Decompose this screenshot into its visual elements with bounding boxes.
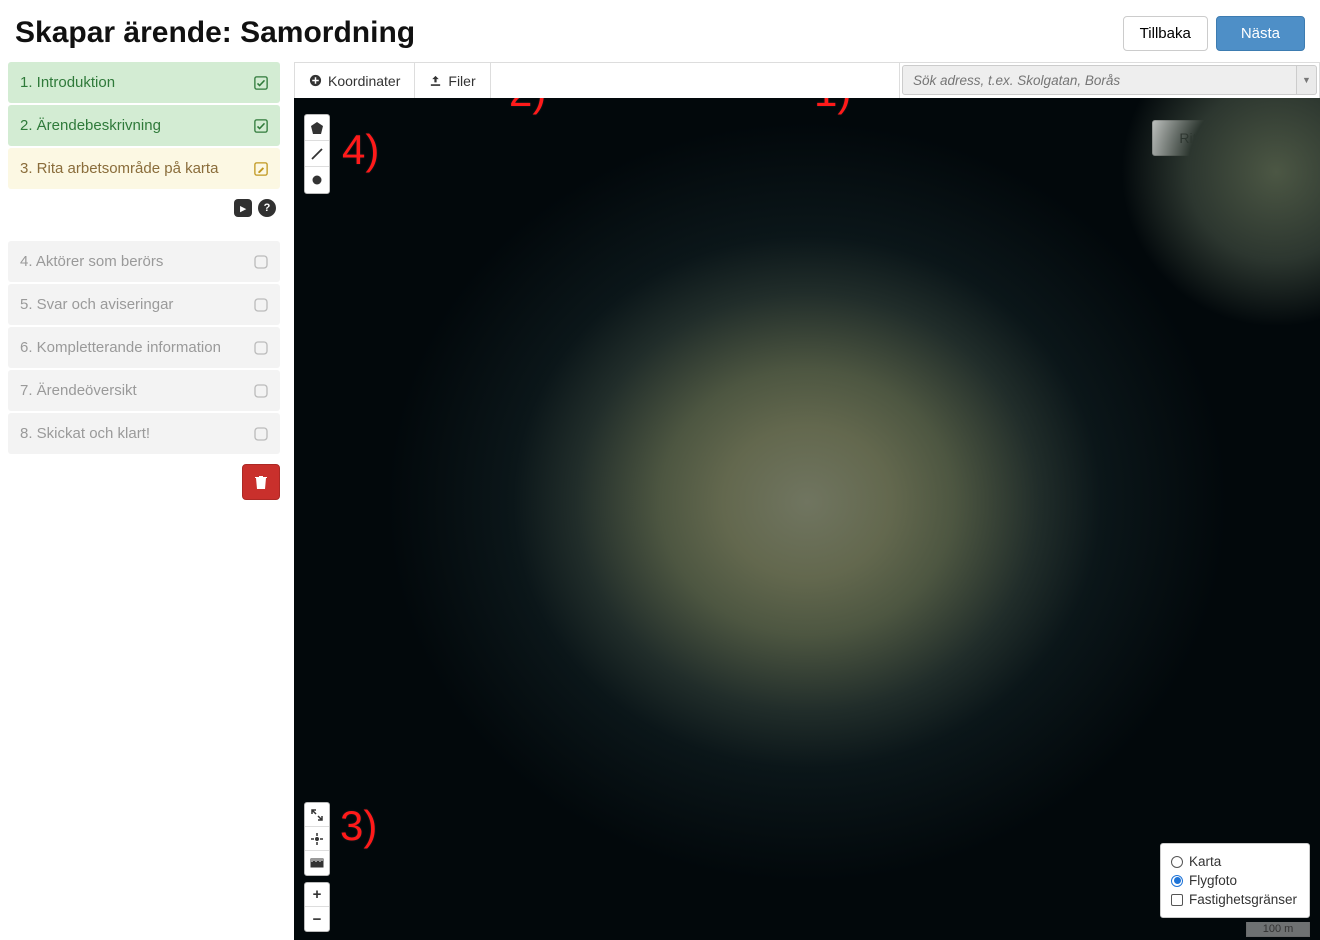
- annotation-3: 3): [340, 802, 377, 850]
- step-label: 8. Skickat och klart!: [20, 425, 150, 442]
- unchecked-icon: [254, 384, 268, 398]
- zoom-out-button[interactable]: −: [305, 907, 329, 931]
- step-4-aktorer[interactable]: 4. Aktörer som berörs: [8, 241, 280, 282]
- check-icon: [254, 76, 268, 90]
- layer-label: Karta: [1189, 854, 1221, 869]
- minus-icon: −: [313, 911, 322, 928]
- map-toolbar: Koordinater Filer ▼: [294, 62, 1320, 98]
- radio-checked-icon: [1171, 875, 1183, 887]
- step-5-svar[interactable]: 5. Svar och aviseringar: [8, 284, 280, 325]
- fullscreen-button[interactable]: [305, 803, 329, 827]
- circle-icon: [310, 173, 324, 187]
- draw-tools: [304, 114, 330, 194]
- steps-sidebar: 1. Introduktion 2. Ärendebeskrivning 3. …: [0, 62, 280, 940]
- radio-icon: [1171, 856, 1183, 868]
- step-2-arendebeskrivning[interactable]: 2. Ärendebeskrivning: [8, 105, 280, 146]
- polygon-icon: [310, 121, 324, 135]
- layer-flygfoto[interactable]: Flygfoto: [1171, 871, 1299, 890]
- draw-line-button[interactable]: [305, 141, 329, 167]
- checkbox-icon: [1171, 894, 1183, 906]
- koordinater-button[interactable]: Koordinater: [295, 63, 415, 98]
- step-8-skickat[interactable]: 8. Skickat och klart!: [8, 413, 280, 454]
- expand-icon: [311, 809, 323, 821]
- step-6-kompletterande[interactable]: 6. Kompletterande information: [8, 327, 280, 368]
- layer-label: Flygfoto: [1189, 873, 1237, 888]
- draw-point-button[interactable]: [305, 167, 329, 193]
- draw-polygon-button[interactable]: [305, 115, 329, 141]
- zoom-in-button[interactable]: +: [305, 883, 329, 907]
- header-buttons: Tillbaka Nästa: [1123, 16, 1305, 51]
- unchecked-icon: [254, 298, 268, 312]
- map-view-tools: [304, 802, 330, 876]
- delete-button[interactable]: [242, 464, 280, 500]
- step-label: 2. Ärendebeskrivning: [20, 117, 161, 134]
- unchecked-icon: [254, 427, 268, 441]
- edit-icon: [254, 162, 268, 176]
- layer-karta[interactable]: Karta: [1171, 852, 1299, 871]
- ruler-icon: [310, 858, 324, 868]
- step-1-introduktion[interactable]: 1. Introduktion: [8, 62, 280, 103]
- zoom-tools: + −: [304, 882, 330, 932]
- page-title: Skapar ärende: Samordning: [15, 16, 415, 50]
- layer-fastighetsgranser[interactable]: Fastighetsgränser: [1171, 890, 1299, 909]
- next-button[interactable]: Nästa: [1216, 16, 1305, 51]
- address-search: ▼: [899, 63, 1319, 98]
- locate-button[interactable]: [305, 827, 329, 851]
- search-input[interactable]: [902, 65, 1297, 95]
- step-label: 5. Svar och aviseringar: [20, 296, 173, 313]
- map-panel: Koordinater Filer ▼ 1) 2) 3) 4): [294, 62, 1320, 940]
- unchecked-icon: [254, 255, 268, 269]
- help-icon[interactable]: ?: [258, 199, 276, 217]
- koordinater-label: Koordinater: [328, 73, 400, 89]
- measure-button[interactable]: [305, 851, 329, 875]
- search-dropdown-toggle[interactable]: ▼: [1297, 65, 1317, 95]
- line-icon: [310, 147, 324, 161]
- scale-bar: 100 m: [1246, 922, 1310, 937]
- layer-label: Fastighetsgränser: [1189, 892, 1297, 907]
- filer-button[interactable]: Filer: [415, 63, 490, 98]
- drawn-areas-button[interactable]: Ritade områden: [1152, 120, 1306, 156]
- youtube-icon[interactable]: ▸: [234, 199, 252, 217]
- plus-icon: +: [313, 886, 322, 903]
- step-label: 1. Introduktion: [20, 74, 115, 91]
- trash-icon: [254, 474, 268, 490]
- step-label: 4. Aktörer som berörs: [20, 253, 163, 270]
- locate-icon: [311, 833, 323, 845]
- filer-label: Filer: [448, 73, 475, 89]
- map-canvas[interactable]: 1) 2) 3) 4) Ritade områden + −: [294, 98, 1320, 940]
- annotation-2: 2): [509, 98, 546, 116]
- chevron-down-icon: ▼: [1302, 75, 1311, 85]
- step-label: 7. Ärendeöversikt: [20, 382, 137, 399]
- step-label: 3. Rita arbetsområde på karta: [20, 160, 218, 177]
- unchecked-icon: [254, 341, 268, 355]
- step-3-rita-arbetsomrade[interactable]: 3. Rita arbetsområde på karta: [8, 148, 280, 189]
- check-icon: [254, 119, 268, 133]
- plus-circle-icon: [309, 74, 322, 87]
- annotation-1: 1): [814, 98, 851, 116]
- back-button[interactable]: Tillbaka: [1123, 16, 1208, 51]
- layer-panel: Karta Flygfoto Fastighetsgränser: [1160, 843, 1310, 918]
- upload-icon: [429, 74, 442, 87]
- step-7-oversikt[interactable]: 7. Ärendeöversikt: [8, 370, 280, 411]
- step-label: 6. Kompletterande information: [20, 339, 221, 356]
- annotation-4: 4): [342, 126, 379, 174]
